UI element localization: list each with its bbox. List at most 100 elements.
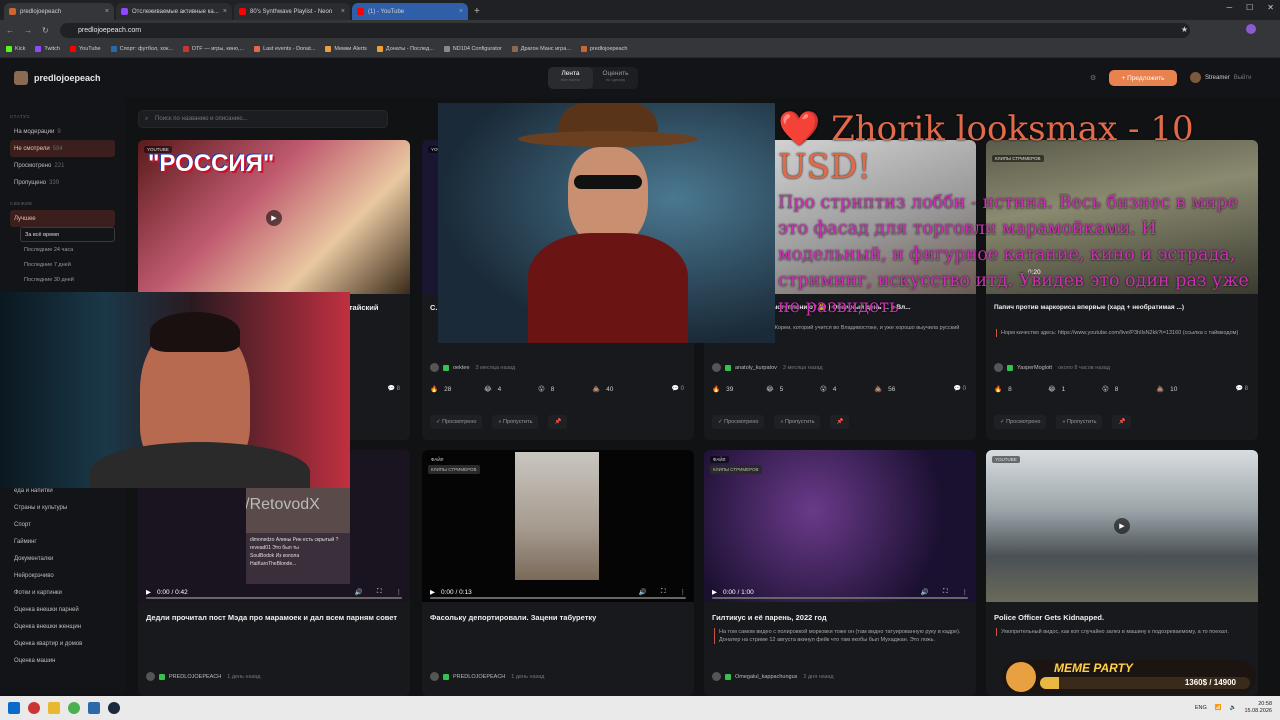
sidebar-item-period[interactable]: За всё время xyxy=(20,227,115,242)
user-menu[interactable]: Streamer Выйти xyxy=(1190,72,1251,83)
language-indicator[interactable]: ENG xyxy=(1195,705,1207,711)
sidebar-item-category[interactable]: Фотки и картинки xyxy=(10,584,125,601)
comments-count[interactable]: 💬 0 xyxy=(672,385,684,392)
bookmark-item[interactable]: Мемки Alerts xyxy=(325,46,367,52)
play-icon[interactable]: ▶ xyxy=(430,588,435,596)
bookmark-item[interactable]: ND104 Configurator xyxy=(443,46,502,52)
bookmark-item[interactable]: YouTube xyxy=(69,46,101,52)
tab-youtube[interactable]: (1) - YouTube × xyxy=(352,3,468,20)
bookmark-item[interactable]: Kick xyxy=(6,46,25,52)
post-card[interactable]: ФАЙЛ КЛИПЫ СТРИМЕРОВ ▶ 0:00 / 1:00 🔊 ⛶ ⋮ Г… xyxy=(704,450,976,696)
comments-count[interactable]: 💬 0 xyxy=(954,385,966,392)
play-icon[interactable]: ▶ xyxy=(146,588,151,596)
tab-rate[interactable]: Оценить по одному xyxy=(593,67,638,89)
steam-icon[interactable] xyxy=(108,702,120,714)
chrome-icon[interactable] xyxy=(68,702,80,714)
clock[interactable]: 20:58 15.08.2026 xyxy=(1244,701,1272,715)
progress-bar[interactable] xyxy=(712,597,968,599)
bookmark-star-icon[interactable]: ★ xyxy=(1181,25,1188,34)
new-tab-button[interactable]: + xyxy=(474,6,480,17)
sidebar-item-category[interactable]: Страны и культуры xyxy=(10,499,125,516)
reaction-poop[interactable]: 💩 10 xyxy=(1156,382,1200,396)
video-thumbnail[interactable]: YOUTUBE ▶ xyxy=(986,450,1258,602)
reaction-shock[interactable]: 😮 4 xyxy=(820,382,864,396)
sidebar-item-category[interactable]: Оценка внешки женщин xyxy=(10,618,125,635)
site-logo[interactable]: predlojoepeach xyxy=(14,71,101,85)
fullscreen-icon[interactable]: ⛶ xyxy=(943,588,948,596)
sidebar-item-period[interactable]: Последние 24 часа xyxy=(10,242,115,257)
reaction-shock[interactable]: 😮 8 xyxy=(1102,382,1146,396)
more-icon[interactable]: ⋮ xyxy=(396,588,403,596)
sidebar-item-category[interactable]: Оценка квартир и домов xyxy=(10,635,125,652)
pin-icon[interactable]: 📌 xyxy=(830,415,850,429)
video-thumbnail[interactable]: YOUTUBE "РОССИЯ" ▶ xyxy=(138,140,410,294)
profile-avatar[interactable] xyxy=(1246,24,1256,34)
post-card[interactable]: ФАЙЛ КЛИПЫ СТРИМЕРОВ ▶ 0:00 / 0:13 🔊 ⛶ ⋮ Ф… xyxy=(422,450,694,696)
tab-twitch[interactable]: Отслеживаемые активные ка... × xyxy=(116,3,232,20)
close-tab-icon[interactable]: × xyxy=(459,8,463,15)
volume-icon[interactable]: 🔈 xyxy=(1230,705,1237,711)
progress-bar[interactable] xyxy=(146,597,402,599)
notepad-icon[interactable] xyxy=(88,702,100,714)
settings-icon[interactable]: ⚙ xyxy=(1090,74,1096,82)
close-tab-icon[interactable]: × xyxy=(105,8,109,15)
wifi-icon[interactable]: 📶 xyxy=(1215,705,1222,711)
sidebar-item-category[interactable]: Спорт xyxy=(10,516,125,533)
reaction-laugh[interactable]: 😂 4 xyxy=(484,382,528,396)
windows-start-icon[interactable] xyxy=(8,702,20,714)
url-input[interactable]: predlojoepeach.com xyxy=(60,23,1190,38)
reload-icon[interactable]: ↻ xyxy=(42,26,49,35)
bookmark-item[interactable]: Last events - Donat... xyxy=(254,46,315,52)
play-icon[interactable]: ▶ xyxy=(1114,518,1130,534)
pin-icon[interactable]: 📌 xyxy=(1112,415,1132,429)
sidebar-item-status[interactable]: На модерации 9 xyxy=(10,123,115,140)
back-icon[interactable]: ← xyxy=(6,26,14,35)
bookmark-item[interactable]: Драгон Манс игра... xyxy=(511,46,571,52)
play-icon[interactable]: ▶ xyxy=(266,210,282,226)
tab-feed[interactable]: Лента все посты xyxy=(548,67,593,89)
fullscreen-icon[interactable]: ⛶ xyxy=(661,588,666,596)
reaction-fire[interactable]: 🔥 8 xyxy=(994,382,1038,396)
comments-count[interactable]: 💬 8 xyxy=(1236,385,1248,392)
tab-synthwave[interactable]: 80's Synthwave Playlist - Neon × xyxy=(234,3,350,20)
close-tab-icon[interactable]: × xyxy=(223,8,227,15)
bookmark-item[interactable]: Донаты - Послед... xyxy=(376,46,434,52)
minimize-icon[interactable]: ─ xyxy=(1226,3,1232,12)
sidebar-item-status[interactable]: Пропущено 339 xyxy=(10,174,115,191)
skip-button[interactable]: » Пропустить xyxy=(774,415,821,429)
volume-icon[interactable]: 🔊 xyxy=(355,588,363,596)
sidebar-item-period[interactable]: Последние 7 дней xyxy=(10,257,115,272)
comments-count[interactable]: 💬 8 xyxy=(388,385,400,392)
logout-link[interactable]: Выйти xyxy=(1234,75,1252,81)
forward-icon[interactable]: → xyxy=(24,26,32,35)
reaction-laugh[interactable]: 😂 5 xyxy=(766,382,810,396)
folder-icon[interactable] xyxy=(48,702,60,714)
search-input[interactable]: ⌕ Поиск по названию и описанию... xyxy=(138,110,388,128)
video-player[interactable]: ФАЙЛ КЛИПЫ СТРИМЕРОВ ▶ 0:00 / 0:13 🔊 ⛶ ⋮ xyxy=(422,450,694,602)
reaction-shock[interactable]: 😮 8 xyxy=(538,382,582,396)
more-icon[interactable]: ⋮ xyxy=(962,588,969,596)
progress-bar[interactable] xyxy=(430,597,686,599)
bookmark-item[interactable]: Спорт: футбол, хок... xyxy=(110,46,173,52)
reaction-poop[interactable]: 💩 40 xyxy=(592,382,636,396)
sidebar-item-category[interactable]: Оценка машин xyxy=(10,652,125,669)
tab-predlojoepeach[interactable]: predlojoepeach × xyxy=(4,3,114,20)
close-icon[interactable]: ✕ xyxy=(1267,3,1274,12)
volume-icon[interactable]: 🔊 xyxy=(639,588,647,596)
close-tab-icon[interactable]: × xyxy=(341,8,345,15)
bookmark-item[interactable]: Twitch xyxy=(35,46,60,52)
bookmark-item[interactable]: predlojoepeach xyxy=(580,46,628,52)
sidebar-item-category[interactable]: Гайминг xyxy=(10,533,125,550)
viewed-button[interactable]: ✓ Просмотрено xyxy=(994,415,1047,429)
reaction-laugh[interactable]: 😂 1 xyxy=(1048,382,1092,396)
yandex-icon[interactable] xyxy=(28,702,40,714)
sidebar-item-status[interactable]: Просмотрено 221 xyxy=(10,157,115,174)
viewed-button[interactable]: ✓ Просмотрено xyxy=(430,415,483,429)
suggest-button[interactable]: + Предложить xyxy=(1109,70,1177,86)
reaction-fire[interactable]: 🔥 28 xyxy=(430,382,474,396)
fullscreen-icon[interactable]: ⛶ xyxy=(377,588,382,596)
sidebar-item-category[interactable]: Документалки xyxy=(10,550,125,567)
skip-button[interactable]: » Пропустить xyxy=(492,415,539,429)
sidebar-item-period[interactable]: Последние 30 дней xyxy=(10,272,115,287)
video-player[interactable]: ФАЙЛ КЛИПЫ СТРИМЕРОВ ▶ 0:00 / 1:00 🔊 ⛶ ⋮ xyxy=(704,450,976,602)
